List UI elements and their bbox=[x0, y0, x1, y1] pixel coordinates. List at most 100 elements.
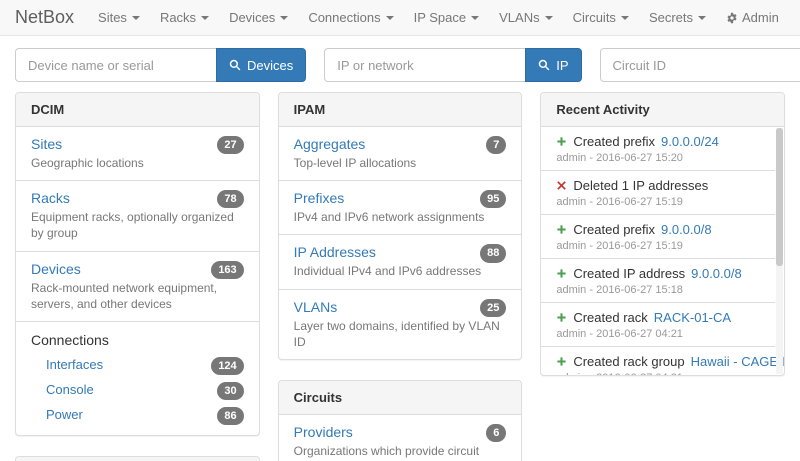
connections-heading: Connections bbox=[16, 330, 259, 352]
ip-search-button[interactable]: IP bbox=[525, 48, 581, 82]
panel-title: Circuits bbox=[279, 381, 522, 415]
ipam-panel: IPAM 7 Aggregates Top-level IP allocatio… bbox=[278, 92, 523, 360]
providers-link[interactable]: Providers bbox=[294, 424, 353, 440]
search-icon bbox=[538, 59, 550, 71]
nav-item-ip-space[interactable]: IP Space bbox=[404, 10, 490, 25]
chevron-down-icon bbox=[545, 16, 553, 20]
activity-action: Created rack bbox=[573, 310, 647, 325]
plus-icon bbox=[556, 136, 567, 147]
nav-item-vlans[interactable]: VLANs bbox=[489, 10, 562, 25]
ip-addresses-link[interactable]: IP Addresses bbox=[294, 244, 376, 260]
list-item-power: 86 Power bbox=[16, 402, 259, 427]
item-description: Equipment racks, optionally organized by… bbox=[31, 209, 244, 241]
vlans-link[interactable]: VLANs bbox=[294, 299, 338, 315]
count-badge: 7 bbox=[486, 136, 506, 154]
profile-link[interactable]: Profile bbox=[789, 10, 800, 25]
count-badge: 25 bbox=[480, 299, 506, 317]
plus-icon bbox=[556, 268, 567, 279]
activity-action: Created prefix bbox=[573, 222, 655, 237]
column-dcim: DCIM 27 Sites Geographic locations 78 Ra… bbox=[15, 92, 260, 461]
interfaces-link[interactable]: Interfaces bbox=[46, 357, 103, 372]
count-badge: 88 bbox=[480, 244, 506, 262]
item-description: Rack-mounted network equipment, servers,… bbox=[31, 280, 244, 312]
activity-object-link[interactable]: 9.0.0.0/8 bbox=[661, 222, 712, 237]
activity-meta: admin - 2016-06-27 15:19 bbox=[556, 196, 763, 208]
activity-row: Created prefix 9.0.0.0/8 admin - 2016-06… bbox=[541, 214, 775, 258]
chevron-down-icon bbox=[132, 16, 140, 20]
list-item-racks: 78 Racks Equipment racks, optionally org… bbox=[16, 180, 259, 250]
plus-icon bbox=[556, 224, 567, 235]
ip-search-input[interactable] bbox=[324, 48, 525, 82]
dashboard: DCIM 27 Sites Geographic locations 78 Ra… bbox=[0, 90, 800, 461]
count-badge: 124 bbox=[211, 357, 243, 375]
circuit-search-input[interactable] bbox=[600, 48, 800, 82]
device-search-group: Devices bbox=[15, 48, 306, 82]
panel-title: Recent Activity bbox=[541, 93, 784, 127]
activity-row: Created rack RACK-01-CA admin - 2016-06-… bbox=[541, 302, 775, 346]
brand-logo[interactable]: NetBox bbox=[15, 7, 74, 28]
column-ipam: IPAM 7 Aggregates Top-level IP allocatio… bbox=[278, 92, 523, 461]
nav-item-secrets[interactable]: Secrets bbox=[639, 10, 716, 25]
activity-action: Created prefix bbox=[573, 134, 655, 149]
console-link[interactable]: Console bbox=[46, 382, 94, 397]
list-item-interfaces: 124 Interfaces bbox=[16, 352, 259, 377]
list-item-sites: 27 Sites Geographic locations bbox=[16, 127, 259, 180]
list-item-console: 30 Console bbox=[16, 377, 259, 402]
nav-item-racks[interactable]: Racks bbox=[150, 10, 219, 25]
item-description: Layer two domains, identified by VLAN ID bbox=[294, 318, 507, 350]
chevron-down-icon bbox=[471, 16, 479, 20]
search-row: Devices IP Circuits bbox=[0, 36, 800, 90]
sites-link[interactable]: Sites bbox=[31, 136, 62, 152]
chevron-down-icon bbox=[386, 16, 394, 20]
activity-object-link[interactable]: Hawaii - CAGE-DH1-01 bbox=[691, 354, 784, 369]
dcim-panel: DCIM 27 Sites Geographic locations 78 Ra… bbox=[15, 92, 260, 436]
circuit-search-group: Circuits bbox=[600, 48, 800, 82]
recent-activity-panel: Recent Activity Created prefix 9.0.0.0/2… bbox=[540, 92, 785, 376]
top-navbar: NetBox Sites Racks Devices Connections I… bbox=[0, 0, 800, 36]
activity-meta: admin - 2016-06-27 15:20 bbox=[556, 152, 763, 164]
count-badge: 86 bbox=[217, 407, 243, 425]
admin-link[interactable]: Admin bbox=[716, 10, 789, 25]
chevron-down-icon bbox=[280, 16, 288, 20]
activity-row: Created prefix 9.0.0.0/24 admin - 2016-0… bbox=[541, 127, 775, 170]
chevron-down-icon bbox=[201, 16, 209, 20]
count-badge: 95 bbox=[480, 190, 506, 208]
nav-item-sites[interactable]: Sites bbox=[88, 10, 150, 25]
connections-block: Connections 124 Interfaces 30 Console 86… bbox=[16, 321, 259, 435]
item-description: IPv4 and IPv6 network assignments bbox=[294, 209, 507, 225]
ip-search-group: IP bbox=[324, 48, 581, 82]
item-description: Top-level IP allocations bbox=[294, 155, 507, 171]
nav-item-devices[interactable]: Devices bbox=[219, 10, 298, 25]
list-item-devices: 163 Devices Rack-mounted network equipme… bbox=[16, 251, 259, 321]
activity-row: Deleted 1 IP addresses admin - 2016-06-2… bbox=[541, 170, 775, 214]
activity-list: Created prefix 9.0.0.0/24 admin - 2016-0… bbox=[541, 127, 784, 375]
list-item-providers: 6 Providers Organizations which provide … bbox=[279, 415, 522, 461]
nav-item-circuits[interactable]: Circuits bbox=[563, 10, 639, 25]
aggregates-link[interactable]: Aggregates bbox=[294, 136, 366, 152]
scrollbar-track[interactable] bbox=[776, 128, 783, 374]
chevron-down-icon bbox=[621, 16, 629, 20]
racks-link[interactable]: Racks bbox=[31, 190, 70, 206]
plus-icon bbox=[556, 312, 567, 323]
activity-row: Created rack group Hawaii - CAGE-DH1-01 … bbox=[541, 346, 775, 375]
list-item-prefixes: 95 Prefixes IPv4 and IPv6 network assign… bbox=[279, 180, 522, 234]
activity-action: Created IP address bbox=[573, 266, 685, 281]
activity-action: Created rack group bbox=[573, 354, 684, 369]
activity-object-link[interactable]: 9.0.0.0/8 bbox=[691, 266, 742, 281]
list-item-aggregates: 7 Aggregates Top-level IP allocations bbox=[279, 127, 522, 180]
devices-link[interactable]: Devices bbox=[31, 261, 81, 277]
device-search-input[interactable] bbox=[15, 48, 216, 82]
activity-object-link[interactable]: RACK-01-CA bbox=[654, 310, 731, 325]
activity-object-link[interactable]: 9.0.0.0/24 bbox=[661, 134, 719, 149]
item-description: Organizations which provide circuit conn… bbox=[294, 443, 507, 461]
prefixes-link[interactable]: Prefixes bbox=[294, 190, 345, 206]
power-link[interactable]: Power bbox=[46, 407, 83, 422]
count-badge: 78 bbox=[217, 190, 243, 208]
scrollbar-thumb[interactable] bbox=[776, 128, 783, 266]
count-badge: 27 bbox=[217, 136, 243, 154]
activity-meta: admin - 2016-06-27 04:21 bbox=[556, 328, 763, 340]
nav-item-connections[interactable]: Connections bbox=[298, 10, 403, 25]
circuits-panel: Circuits 6 Providers Organizations which… bbox=[278, 380, 523, 461]
device-search-button[interactable]: Devices bbox=[216, 48, 306, 82]
plus-icon bbox=[556, 356, 567, 367]
